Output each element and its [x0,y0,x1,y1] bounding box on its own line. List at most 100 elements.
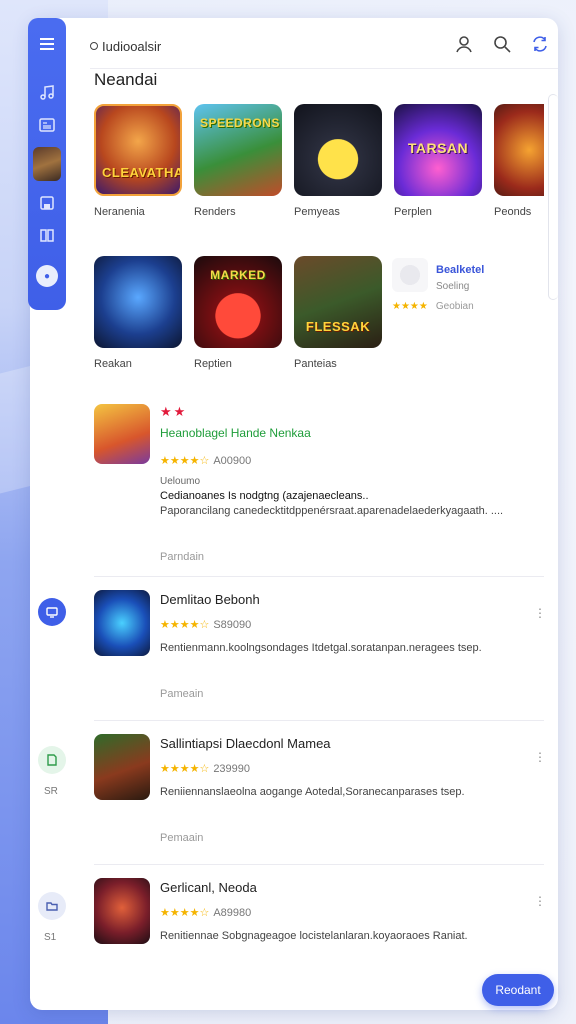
app-name: Gerlicanl, Neoda [160,880,257,895]
music-icon[interactable] [36,82,58,104]
rating-count: Geobian [435,301,474,312]
folder-icon[interactable] [38,892,66,920]
app-thumbnail [392,258,428,292]
more-link[interactable]: Parndain [160,551,204,563]
star-rating: ★★★★ [392,301,428,312]
side-label: S1 [44,932,57,943]
rating: ★★★★☆ A00900 [160,454,251,467]
scroll-handle[interactable] [548,94,558,300]
star-rating: ★★★★☆ [160,907,210,919]
save-icon[interactable] [36,192,58,214]
game-art: MARKED [194,256,282,348]
tile-caption: Peonds [494,206,532,218]
description: Reniiennanslaeolna aogange Aotedal,Soran… [160,786,465,798]
tile-caption: Perplen [394,206,432,218]
more-options-icon[interactable]: ⋮ [534,750,546,764]
art-text: MARKED [210,268,266,282]
app-window: Iudiooalsir Neandai CLEAVATHA Neranenia … [30,18,558,1010]
game-tile[interactable]: Peonds [494,104,544,218]
more-link[interactable]: Pemaain [160,832,203,844]
featured-badge: ★★ [160,404,188,419]
category-label: Ueloumo [160,476,201,487]
more-options-icon[interactable]: ⋮ [534,606,546,620]
tile-caption: Reakan [94,358,132,370]
top-bar: Iudiooalsir [90,26,550,66]
rating: ★★★★☆ S89090 [160,618,251,631]
game-tile[interactable]: Pemyeas [294,104,382,218]
rating-count: S89090 [213,619,252,631]
sync-icon[interactable] [530,34,550,59]
app-icon [94,878,150,944]
game-art: FLESSAK [294,256,382,348]
book-icon[interactable] [36,224,58,246]
status-icon[interactable]: ● [36,265,58,287]
game-art [94,256,182,348]
app-icon [94,590,150,656]
star-rating: ★★★★☆ [160,455,210,467]
list-item[interactable]: Sallintiapsi Dlaecdonl Mamea ★★★★☆ 239990… [94,720,546,844]
list-item[interactable]: Demlitao Bebonh ★★★★☆ S89090 Rentienmann.… [94,576,546,700]
menu-icon[interactable] [36,33,58,55]
tile-caption: Panteias [294,358,337,370]
app-name: Demlitao Bebonh [160,592,260,607]
app-title: Iudiooalsir [90,39,161,54]
game-tile[interactable]: SPEEDRONS Renders [194,104,282,218]
tile-caption: Neranenia [94,206,145,218]
user-icon[interactable] [454,34,474,59]
rating-count: A00900 [213,455,252,467]
game-tile[interactable]: TARSAN Perplen [394,104,482,218]
section-title: Neandai [94,70,158,89]
side-label: SR [44,786,58,797]
app-name: Heanoblagel Hande Nenkaa [160,426,311,440]
description: Paporancilang canedecktitdppenérsraat.ap… [160,505,504,517]
description: Renitiennae Sobgnageagoe locistelanlaran… [160,930,468,942]
row-divider [94,864,544,865]
rating: ★★★★☆ 239990 [160,762,250,775]
art-text: FLESSAK [305,319,371,334]
game-tile[interactable]: Reakan [94,256,182,370]
game-tile[interactable]: MARKED Reptien [194,256,282,370]
more-link[interactable]: Pameain [160,688,203,700]
game-art [294,104,382,196]
nav-rail: ● [28,18,66,310]
game-tile[interactable]: FLESSAK Panteias [294,256,382,370]
game-art: CLEAVATHA [94,104,182,196]
more-options-icon[interactable]: ⋮ [534,894,546,908]
rating-count: A89980 [213,907,252,919]
art-text: CLEAVATHA [102,165,182,180]
star-rating: ★★★★☆ [160,763,210,775]
app-name: Sallintiapsi Dlaecdonl Mamea [160,736,331,751]
game-art [494,104,544,196]
app-icon [94,404,150,464]
top-divider [90,68,558,69]
headline: Cedianoanes Is nodgtng (azajenaecleans.. [160,490,369,502]
row-divider [94,576,544,577]
rating-count: 239990 [213,763,251,775]
game-art: TARSAN [394,104,482,196]
app-name: Bealketel [436,264,485,276]
app-icon [94,734,150,800]
search-icon[interactable] [492,34,512,59]
news-icon[interactable] [36,114,58,136]
document-icon[interactable] [38,746,66,774]
tile-caption: Reptien [194,358,232,370]
list-item[interactable]: Gerlicanl, Neoda ★★★★☆ A89980 Renitiennae… [94,864,546,988]
app-logo-icon [90,42,98,50]
top-actions [454,34,550,59]
tile-caption: Renders [194,206,236,218]
tile-caption: Pemyeas [294,206,340,218]
rating: ★★★★☆ A89980 [160,906,251,919]
game-tile[interactable]: CLEAVATHA Neranenia [94,104,182,218]
app-title-text: Iudiooalsir [102,38,162,54]
row-divider [94,720,544,721]
art-text: TARSAN [407,140,469,156]
avatar[interactable] [33,147,61,181]
star-rating: ★★★★☆ [160,619,210,631]
floating-action-button[interactable]: Reodant [482,974,554,1006]
art-text: SPEEDRONS [200,116,280,130]
description: Rentienmann.koolngsondages Itdetgal.sora… [160,642,482,654]
app-subtitle: Soeling [436,281,470,292]
game-art: SPEEDRONS [194,104,282,196]
rating: ★★★★ Geobian [392,301,474,312]
cast-icon[interactable] [38,598,66,626]
